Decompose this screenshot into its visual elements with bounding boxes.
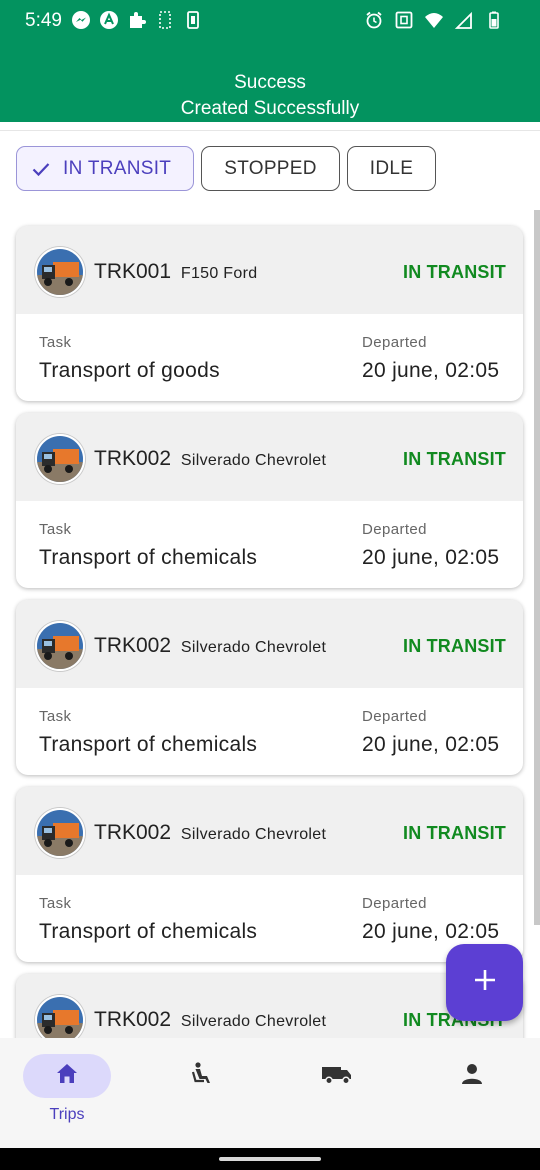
departed-value: 20 june, 02:05 bbox=[362, 359, 500, 382]
banner-title: Success bbox=[234, 72, 306, 93]
task-value: Transport of goods bbox=[39, 359, 220, 382]
truck-model: Silverado Chevrolet bbox=[180, 639, 327, 656]
plus-icon bbox=[472, 967, 498, 998]
task-value: Transport of chemicals bbox=[39, 733, 258, 756]
filter-chip-idle[interactable]: IDLE bbox=[346, 146, 437, 191]
trip-status: IN TRANSIT bbox=[403, 636, 506, 656]
trip-card-header: TRK002 Silverado Chevrolet IN TRANSIT bbox=[16, 787, 523, 875]
departed-label: Departed bbox=[362, 895, 427, 912]
truck-id-text: TRK001 bbox=[94, 260, 172, 283]
trip-card[interactable]: TRK002 Silverado Chevrolet IN TRANSIT Ta… bbox=[16, 413, 523, 588]
truck-id-text: TRK002 bbox=[94, 634, 172, 657]
header-divider bbox=[0, 130, 540, 131]
battery-icon bbox=[483, 9, 504, 30]
trip-card[interactable]: TRK002 Silverado Chevrolet IN TRANSIT Ta… bbox=[16, 787, 523, 962]
truck-model: Silverado Chevrolet bbox=[180, 1013, 327, 1030]
task-label: Task bbox=[39, 334, 72, 351]
truck-avatar bbox=[35, 247, 85, 297]
filter-chip-label: STOPPED bbox=[224, 157, 317, 179]
truck-model: Silverado Chevrolet bbox=[180, 452, 327, 469]
truck-id: TRK002 Silverado Chevrolet bbox=[94, 447, 326, 471]
truck-avatar bbox=[35, 808, 85, 858]
system-gesture-bar bbox=[0, 1148, 540, 1170]
departed-value: 20 june, 02:05 bbox=[362, 733, 500, 756]
bottom-navigation: Trips bbox=[0, 1038, 540, 1148]
home-icon bbox=[54, 1061, 80, 1092]
truck-id: TRK002 Silverado Chevrolet bbox=[94, 1008, 326, 1032]
truck-model: Silverado Chevrolet bbox=[180, 826, 327, 843]
check-icon bbox=[31, 159, 51, 179]
alarm-icon bbox=[363, 9, 384, 30]
status-bar: 5:49 bbox=[0, 0, 540, 42]
task-label: Task bbox=[39, 895, 72, 912]
banner-message: Created Successfully bbox=[180, 98, 360, 119]
status-time: 5:49 bbox=[25, 10, 62, 31]
truck-id-text: TRK002 bbox=[94, 1008, 172, 1031]
departed-value: 20 june, 02:05 bbox=[362, 920, 500, 943]
trip-status: IN TRANSIT bbox=[403, 823, 506, 843]
filter-chip-label: IDLE bbox=[369, 157, 414, 179]
trip-status: IN TRANSIT bbox=[403, 262, 506, 282]
person-icon bbox=[459, 1061, 485, 1092]
truck-id: TRK002 Silverado Chevrolet bbox=[94, 634, 326, 658]
trip-card-header: TRK002 Silverado Chevrolet IN TRANSIT bbox=[16, 413, 523, 501]
status-filter-chips: IN TRANSIT STOPPED IDLE bbox=[16, 146, 437, 191]
nav-item-profile[interactable] bbox=[428, 1054, 516, 1098]
truck-model: F150 Ford bbox=[180, 265, 258, 282]
truck-id: TRK001 F150 Ford bbox=[94, 260, 257, 284]
filter-chip-label: IN TRANSIT bbox=[63, 157, 172, 179]
trip-card-header: TRK002 Silverado Chevrolet IN TRANSIT bbox=[16, 600, 523, 688]
task-value: Transport of chemicals bbox=[39, 920, 258, 943]
trip-card[interactable]: TRK002 Silverado Chevrolet IN TRANSIT Ta… bbox=[16, 600, 523, 775]
filter-chip-in-transit[interactable]: IN TRANSIT bbox=[16, 146, 195, 191]
truck-avatar bbox=[35, 995, 85, 1038]
departed-label: Departed bbox=[362, 334, 427, 351]
trip-card-header: TRK001 F150 Ford IN TRANSIT bbox=[16, 226, 523, 314]
task-label: Task bbox=[39, 521, 72, 538]
success-banner: 5:49 Success Created Successfully bbox=[0, 0, 540, 122]
nfc-icon bbox=[393, 9, 414, 30]
screenshot-icon bbox=[154, 9, 175, 30]
app-a-icon bbox=[98, 9, 119, 30]
nav-item-seat[interactable] bbox=[158, 1054, 246, 1098]
truck-icon bbox=[320, 1061, 354, 1092]
trip-list[interactable]: TRK001 F150 Ford IN TRANSIT Task Transpo… bbox=[0, 210, 540, 1038]
filter-chip-stopped[interactable]: STOPPED bbox=[201, 146, 340, 191]
phone-icon bbox=[182, 9, 203, 30]
truck-id-text: TRK002 bbox=[94, 447, 172, 470]
puzzle-icon bbox=[126, 9, 147, 30]
trip-status: IN TRANSIT bbox=[403, 449, 506, 469]
signal-icon bbox=[453, 9, 474, 30]
task-label: Task bbox=[39, 708, 72, 725]
trip-card[interactable]: TRK001 F150 Ford IN TRANSIT Task Transpo… bbox=[16, 226, 523, 401]
add-trip-button[interactable] bbox=[446, 944, 523, 1021]
truck-id-text: TRK002 bbox=[94, 821, 172, 844]
truck-id: TRK002 Silverado Chevrolet bbox=[94, 821, 326, 845]
departed-label: Departed bbox=[362, 521, 427, 538]
seat-icon bbox=[189, 1061, 215, 1092]
nav-label-trips[interactable]: Trips bbox=[23, 1106, 111, 1124]
departed-value: 20 june, 02:05 bbox=[362, 546, 500, 569]
task-value: Transport of chemicals bbox=[39, 546, 258, 569]
wifi-icon bbox=[423, 9, 444, 30]
nav-item-trips[interactable] bbox=[23, 1054, 111, 1098]
truck-avatar bbox=[35, 434, 85, 484]
truck-avatar bbox=[35, 621, 85, 671]
departed-label: Departed bbox=[362, 708, 427, 725]
nav-item-vehicles[interactable] bbox=[293, 1054, 381, 1098]
list-scrollbar[interactable] bbox=[534, 210, 540, 925]
messenger-icon bbox=[70, 9, 91, 30]
home-gesture-handle[interactable] bbox=[219, 1157, 321, 1161]
